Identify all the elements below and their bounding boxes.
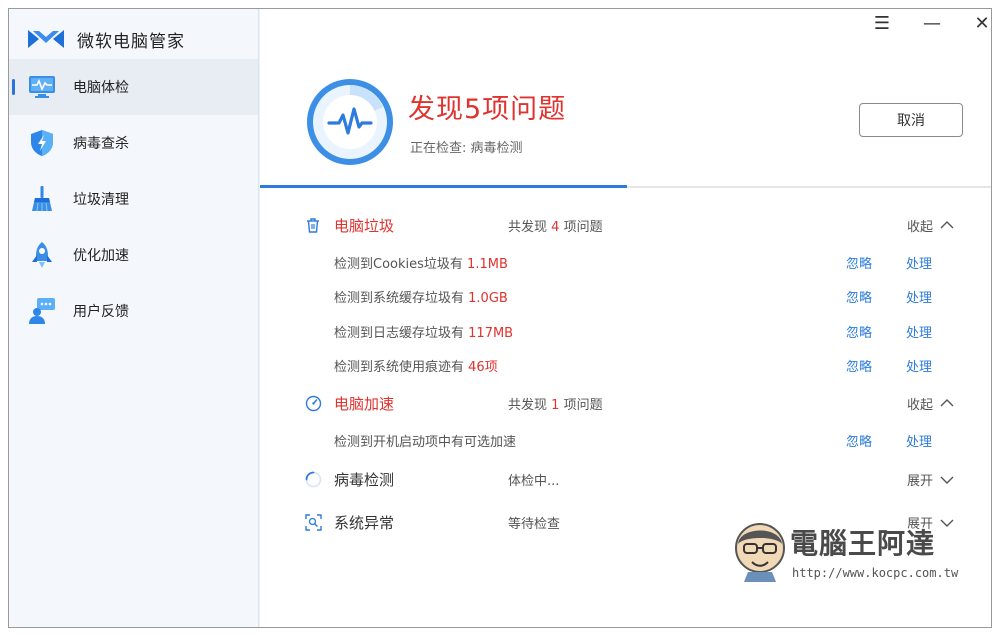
summary-count: 1 xyxy=(551,397,560,413)
item-label: 检测到系统缓存垃圾有 xyxy=(334,291,465,307)
system-scan-icon xyxy=(304,514,322,532)
group-title: 病毒检测 xyxy=(334,471,395,489)
app-title: 微软电脑管家 xyxy=(77,31,185,52)
summary-count: 4 xyxy=(551,219,560,235)
brand: 微软电脑管家 xyxy=(27,21,185,57)
sidebar-item-label: 病毒查杀 xyxy=(73,136,129,152)
minimize-icon: — xyxy=(923,12,941,34)
watermark-url: http://www.kocpc.com.tw xyxy=(792,566,959,580)
scan-progress-fill xyxy=(260,185,627,188)
item-text: 检测到开机启动项中有可选加速 xyxy=(334,431,516,450)
item-value: 1.1MB xyxy=(467,256,508,272)
group-summary: 共发现 4 项问题 xyxy=(508,216,603,235)
menu-button[interactable]: ☰ xyxy=(865,11,899,35)
sidebar-item-label: 电脑体检 xyxy=(73,80,129,96)
list-item: 检测到系统缓存垃圾有 1.0GB 忽略 处理 xyxy=(260,280,991,315)
sidebar-item-checkup[interactable]: 电脑体检 xyxy=(9,59,258,115)
feedback-user-icon xyxy=(27,296,57,326)
expand-toggle[interactable]: 展开 xyxy=(907,470,955,489)
toggle-label: 展开 xyxy=(907,474,934,489)
app-logo-icon xyxy=(28,30,64,48)
group-summary: 共发现 1 项问题 xyxy=(508,394,603,413)
handle-link[interactable]: 处理 xyxy=(906,322,932,341)
mascot-icon xyxy=(735,523,785,582)
group-speed-header: 电脑加速 共发现 1 项问题 收起 xyxy=(260,383,991,423)
item-text: 检测到系统缓存垃圾有 1.0GB xyxy=(334,287,508,306)
monitor-pulse-icon xyxy=(27,72,57,102)
close-icon: ✕ xyxy=(974,12,990,34)
scan-status-text: 正在检查: 病毒检测 xyxy=(410,141,523,156)
group-status: 体检中... xyxy=(508,474,560,489)
shield-lightning-icon xyxy=(27,128,57,158)
broom-icon xyxy=(27,184,57,214)
summary-prefix: 共发现 xyxy=(508,397,548,413)
handle-link[interactable]: 处理 xyxy=(906,287,932,306)
scan-progress-bar xyxy=(260,185,991,188)
sidebar-nav: 电脑体检 病毒查杀 垃圾清理 优化加速 用户反馈 xyxy=(9,59,258,339)
summary-suffix: 项问题 xyxy=(563,219,603,235)
cancel-button[interactable]: 取消 xyxy=(859,103,963,137)
item-label: 检测到系统使用痕迹有 xyxy=(334,360,465,376)
page-title: 发现5项问题 xyxy=(408,94,567,125)
toggle-label: 收起 xyxy=(907,219,934,235)
group-title: 系统异常 xyxy=(334,514,395,532)
watermark-text: 電腦王阿達 xyxy=(790,527,936,560)
summary-suffix: 项问题 xyxy=(563,397,603,413)
summary-prefix: 共发现 xyxy=(508,219,548,235)
group-title: 电脑加速 xyxy=(334,394,395,413)
item-text: 检测到Cookies垃圾有 1.1MB xyxy=(334,253,508,272)
speedometer-icon xyxy=(304,394,322,412)
handle-link[interactable]: 处理 xyxy=(906,431,932,450)
sidebar-item-optimize[interactable]: 优化加速 xyxy=(9,227,258,283)
item-label: 检测到开机启动项中有可选加速 xyxy=(334,434,517,450)
ignore-link[interactable]: 忽略 xyxy=(846,356,872,375)
list-item: 检测到日志缓存垃圾有 117MB 忽略 处理 xyxy=(260,314,991,349)
sidebar-item-label: 垃圾清理 xyxy=(73,192,129,208)
list-item: 检测到Cookies垃圾有 1.1MB 忽略 处理 xyxy=(260,245,991,280)
ignore-link[interactable]: 忽略 xyxy=(846,431,872,450)
menu-icon: ☰ xyxy=(873,12,891,34)
ignore-link[interactable]: 忽略 xyxy=(846,322,872,341)
trash-icon xyxy=(304,216,322,234)
item-value: 117MB xyxy=(468,325,514,341)
item-text: 检测到系统使用痕迹有 46项 xyxy=(334,356,498,375)
item-text: 检测到日志缓存垃圾有 117MB xyxy=(334,322,513,341)
item-label: 检测到Cookies垃圾有 xyxy=(334,256,463,272)
chevron-down-icon xyxy=(940,476,954,484)
sidebar-item-label: 优化加速 xyxy=(73,248,129,264)
watermark: 電腦王阿達 http://www.kocpc.com.tw xyxy=(730,518,970,584)
collapse-toggle[interactable]: 收起 xyxy=(907,216,955,235)
group-virus-header: 病毒检测 体检中... 展开 xyxy=(260,458,991,502)
sidebar-item-label: 用户反馈 xyxy=(73,304,129,320)
chevron-up-icon xyxy=(940,221,954,229)
list-item: 检测到开机启动项中有可选加速 忽略 处理 xyxy=(260,423,991,458)
ignore-link[interactable]: 忽略 xyxy=(846,253,872,272)
sidebar-item-cleanup[interactable]: 垃圾清理 xyxy=(9,171,258,227)
item-value: 46项 xyxy=(468,360,498,376)
group-status: 等待检查 xyxy=(508,517,561,532)
list-item: 检测到系统使用痕迹有 46项 忽略 处理 xyxy=(260,349,991,384)
scan-pulse-icon xyxy=(307,79,393,165)
rocket-icon xyxy=(27,240,57,270)
ignore-link[interactable]: 忽略 xyxy=(846,287,872,306)
close-button[interactable]: ✕ xyxy=(965,11,991,35)
item-value: 1.0GB xyxy=(468,291,508,307)
group-title: 电脑垃圾 xyxy=(334,216,395,235)
group-junk-header: 电脑垃圾 共发现 4 项问题 收起 xyxy=(260,205,991,245)
toggle-label: 收起 xyxy=(907,397,934,413)
sidebar: 微软电脑管家 电脑体检 病毒查杀 垃圾清理 优化加速 用户反馈 xyxy=(9,9,266,627)
handle-link[interactable]: 处理 xyxy=(906,253,932,272)
minimize-button[interactable]: — xyxy=(915,11,949,35)
collapse-toggle[interactable]: 收起 xyxy=(907,394,955,413)
loading-spinner-icon xyxy=(304,471,322,489)
result-list: 电脑垃圾 共发现 4 项问题 收起 检测到Cookies垃圾有 1.1MB 忽略… xyxy=(260,205,991,544)
sidebar-item-feedback[interactable]: 用户反馈 xyxy=(9,283,258,339)
chevron-up-icon xyxy=(940,399,954,407)
sidebar-item-antivirus[interactable]: 病毒查杀 xyxy=(9,115,258,171)
item-label: 检测到日志缓存垃圾有 xyxy=(334,325,465,341)
handle-link[interactable]: 处理 xyxy=(906,356,932,375)
